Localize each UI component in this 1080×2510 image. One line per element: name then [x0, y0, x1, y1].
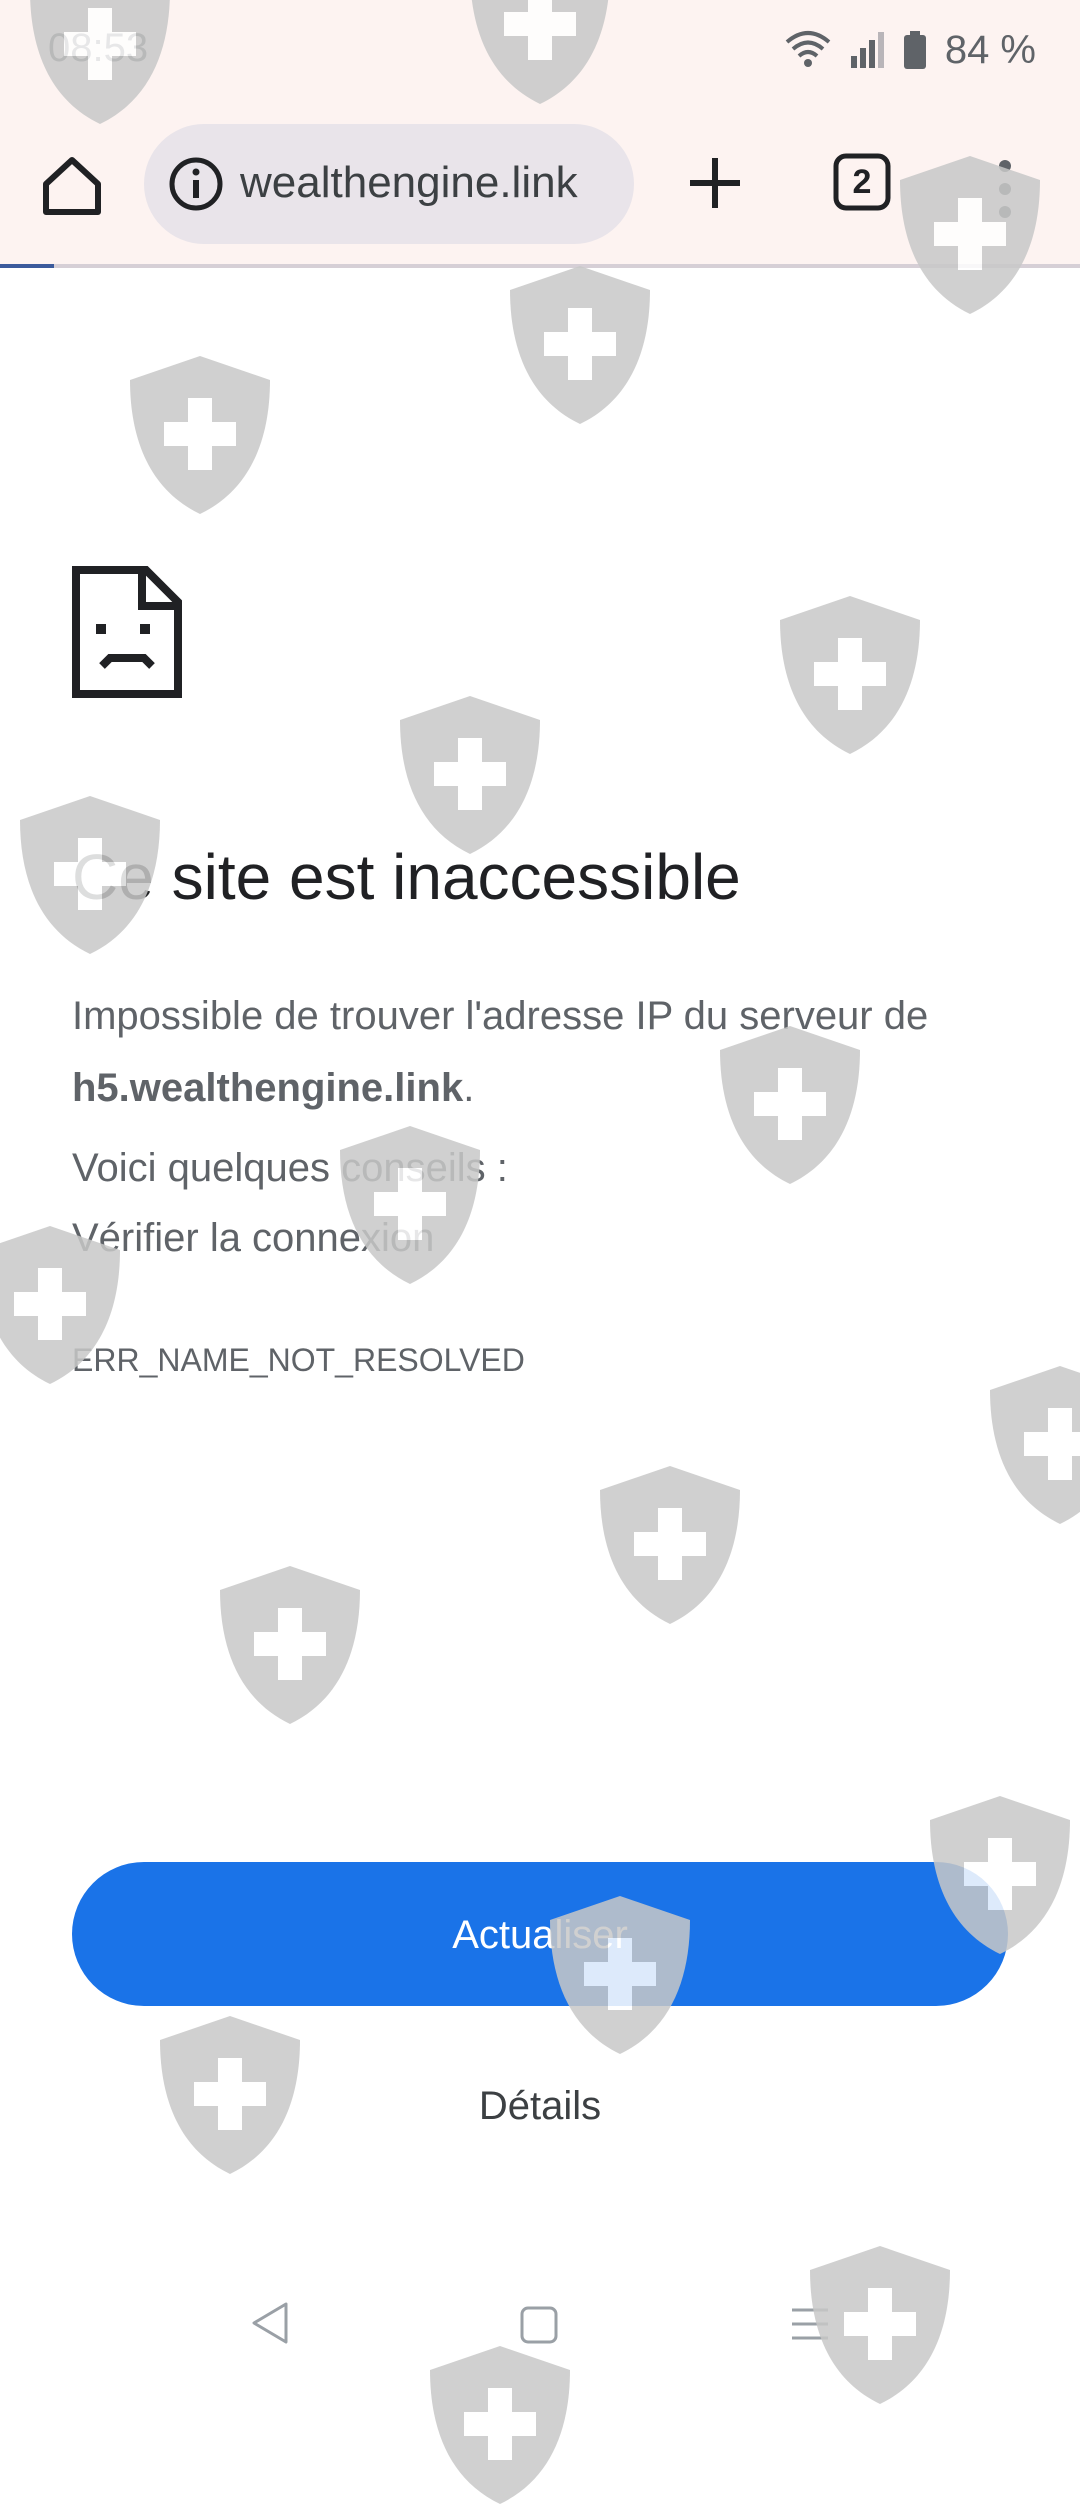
- error-description-end: .: [463, 1066, 475, 1110]
- home-icon[interactable]: [36, 150, 108, 222]
- signal-icon: [850, 32, 884, 68]
- shield-cross-icon: [430, 2346, 570, 2504]
- shield-cross-icon: [130, 356, 270, 514]
- info-icon[interactable]: [166, 154, 226, 214]
- shield-cross-icon: [400, 696, 540, 854]
- browser-toolbar: wealthengine.link 2: [0, 110, 1080, 260]
- shield-cross-icon: [160, 2016, 300, 2174]
- url-text[interactable]: wealthengine.link: [240, 158, 634, 214]
- reload-button[interactable]: Actualiser: [72, 1862, 1008, 2006]
- status-icons: 84 %: [785, 22, 1036, 78]
- wifi-icon: [785, 31, 831, 67]
- error-description: Impossible de trouver l'adresse IP du se…: [72, 980, 1012, 1124]
- plus-icon[interactable]: [680, 148, 750, 218]
- status-time: 08:53: [48, 26, 149, 70]
- error-description-text: Impossible de trouver l'adresse IP du se…: [72, 994, 929, 1038]
- shield-cross-icon: [510, 266, 650, 424]
- address-bar[interactable]: wealthengine.link: [144, 124, 634, 244]
- tab-count[interactable]: 2: [832, 152, 892, 212]
- tip-item: Vérifier la connexion: [72, 1216, 435, 1260]
- shield-cross-icon: [990, 1366, 1080, 1524]
- shield-cross-icon: [220, 1566, 360, 1724]
- page-load-progress: [0, 264, 1080, 268]
- shield-cross-icon: [780, 596, 920, 754]
- shield-cross-icon: [600, 1466, 740, 1624]
- battery-percent: 84 %: [944, 27, 1036, 72]
- status-bar: 08:53 84 %: [0, 0, 1080, 110]
- error-host: h5.wealthengine.link: [72, 1066, 464, 1110]
- battery-icon: [903, 31, 926, 69]
- error-code: ERR_NAME_NOT_RESOLVED: [72, 1342, 525, 1378]
- progress-fill: [0, 264, 54, 268]
- recents-icon[interactable]: [790, 2306, 830, 2342]
- watermark-overlay: [0, 0, 1080, 2504]
- sad-document-icon: [72, 566, 182, 698]
- tips-heading: Voici quelques conseils :: [72, 1146, 508, 1190]
- error-title: Ce site est inaccessible: [72, 841, 741, 913]
- back-icon[interactable]: [250, 2300, 290, 2346]
- browser-chrome: 08:53 84 % wealthengine.link 2: [0, 0, 1080, 268]
- home-nav-icon[interactable]: [520, 2306, 558, 2344]
- more-vert-icon[interactable]: [990, 154, 1020, 224]
- details-button[interactable]: Détails: [390, 2084, 690, 2144]
